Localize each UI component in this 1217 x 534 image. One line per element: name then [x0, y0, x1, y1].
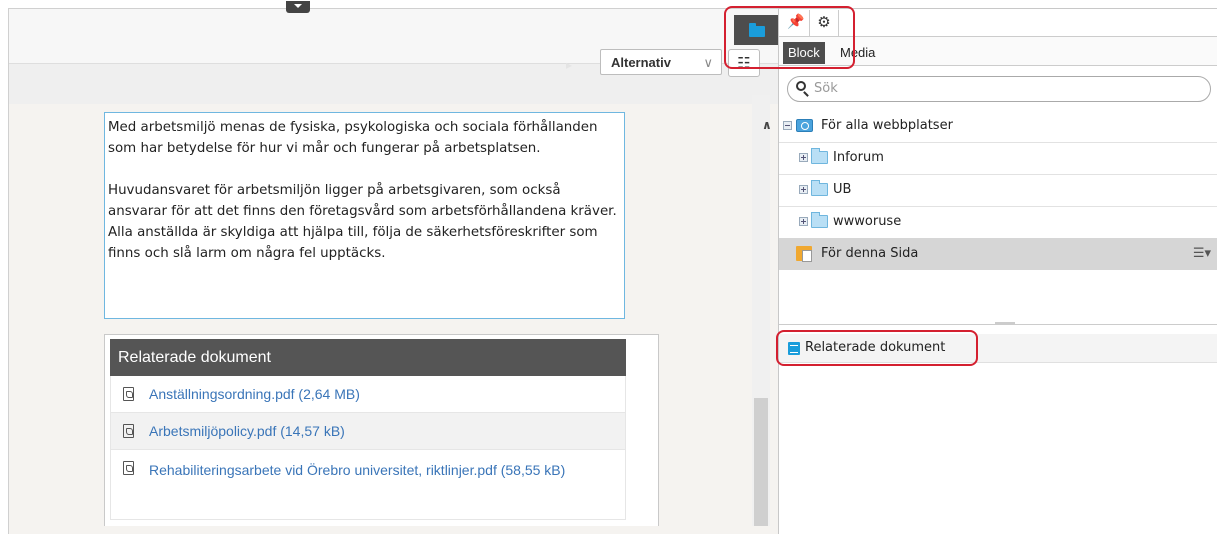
document-row[interactable]: Rehabiliteringsarbete vid Örebro univers… [110, 450, 626, 520]
tree-item-label: För denna Sida [821, 246, 919, 261]
related-documents-block[interactable]: Relaterade dokument Anställningsordning.… [104, 334, 659, 526]
paragraph-2: Huvudansvaret för arbetsmiljön ligger på… [108, 183, 617, 261]
pdf-icon [123, 461, 134, 475]
tree-item-label: wwworuse [833, 214, 902, 229]
document-link[interactable]: Anställningsordning.pdf (2,64 MB) [149, 386, 360, 402]
collapse-up-icon[interactable]: ∧ [762, 118, 772, 132]
folder-icon [811, 180, 828, 196]
highlight-annotation [724, 6, 855, 69]
document-row[interactable]: Arbetsmiljöpolicy.pdf (14,57 kB) [110, 413, 626, 450]
tree-item-all-sites[interactable]: För alla webbplatser [779, 110, 1217, 142]
expand-toggle-icon[interactable] [799, 185, 808, 194]
splitter-handle[interactable] [995, 322, 1015, 325]
global-site-icon [796, 119, 813, 132]
pdf-icon [123, 387, 134, 401]
tree-item-inforum[interactable]: Inforum [779, 142, 1217, 174]
paragraph-1: Med arbetsmiljö menas de fysiska, psykol… [108, 120, 598, 156]
main-text-block[interactable]: Med arbetsmiljö menas de fysiska, psykol… [104, 112, 625, 319]
tree-item-label: UB [833, 182, 852, 197]
expand-toggle-icon[interactable] [799, 153, 808, 162]
folder-icon [811, 212, 828, 228]
search-placeholder: Sök [814, 81, 838, 96]
alternatives-label: Alternativ [611, 55, 671, 70]
pdf-icon [123, 424, 134, 438]
alternatives-dropdown[interactable]: Alternativ ∨ [600, 49, 722, 75]
related-documents-heading: Relaterade dokument [110, 339, 626, 376]
faint-arrow-icon: ▸ [566, 58, 573, 72]
tree-item-ub[interactable]: UB [779, 174, 1217, 206]
collapse-toggle-icon[interactable] [783, 121, 792, 130]
document-link[interactable]: Rehabiliteringsarbete vid Örebro univers… [149, 462, 565, 478]
search-icon [796, 81, 806, 91]
toolbar-collapse-tab[interactable] [286, 1, 310, 13]
document-row[interactable]: Anställningsordning.pdf (2,64 MB) [110, 376, 626, 413]
chevron-down-icon: ∨ [703, 55, 713, 70]
search-input[interactable]: Sök [787, 76, 1211, 102]
tree-item-label: För alla webbplatser [821, 118, 953, 133]
highlight-annotation [776, 330, 978, 366]
document-link[interactable]: Arbetsmiljöpolicy.pdf (14,57 kB) [149, 423, 345, 439]
tree-item-wwworuse[interactable]: wwworuse [779, 206, 1217, 238]
tree-item-label: Inforum [833, 150, 884, 165]
page-folder-icon [796, 246, 812, 262]
folder-icon [811, 148, 828, 164]
expand-toggle-icon[interactable] [799, 217, 808, 226]
tree-item-this-page[interactable]: För denna Sida ☰▾ [779, 238, 1217, 270]
context-menu-icon[interactable]: ☰▾ [1193, 246, 1211, 261]
editor-scrollbar-thumb[interactable] [754, 398, 768, 526]
